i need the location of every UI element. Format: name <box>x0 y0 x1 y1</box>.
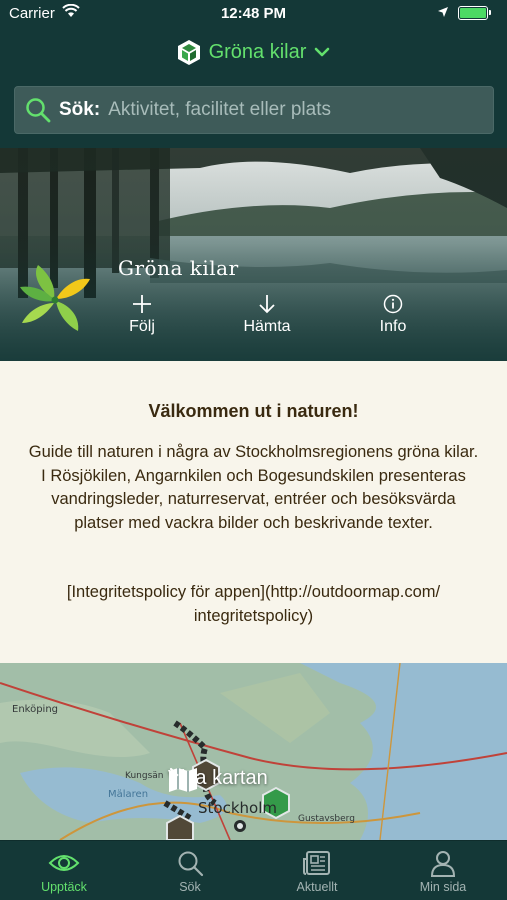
welcome-heading: Välkommen ut i naturen! <box>148 401 359 421</box>
tab-discover-label: Upptäck <box>41 880 87 894</box>
search-label: Sök: <box>59 99 101 120</box>
status-bar: Carrier 12:48 PM <box>0 0 507 28</box>
map-image: Enköping Kungsän Mälaren Stockholm Gusta… <box>0 663 507 840</box>
welcome-section: Välkommen ut i naturen! Guide till natur… <box>0 361 507 663</box>
info-button[interactable]: Info <box>353 294 433 336</box>
status-time: 12:48 PM <box>220 5 287 22</box>
hero-banner: Gröna kilar Följ Hämta Info <box>0 148 507 361</box>
privacy-policy-link[interactable]: [Integritetspolicy för appen](http://out… <box>28 581 479 628</box>
tab-my-page-label: Min sida <box>419 880 467 894</box>
download-arrow-icon <box>259 295 275 314</box>
chevron-down-icon <box>315 47 330 57</box>
location-arrow-icon <box>438 7 448 17</box>
battery-icon <box>458 6 491 20</box>
tab-search-label: Sök <box>179 880 201 894</box>
search-placeholder: Aktivitet, facilitet eller plats <box>108 99 331 120</box>
eye-icon <box>48 855 80 871</box>
search-icon <box>26 98 51 123</box>
welcome-body: Guide till naturen i några av Stockholms… <box>28 443 479 532</box>
person-icon <box>430 851 456 877</box>
tab-search[interactable]: Sök <box>140 849 240 894</box>
tab-news-label: Aktuellt <box>296 880 338 894</box>
tab-news[interactable]: Aktuellt <box>267 849 367 894</box>
area-name: Gröna kilar <box>208 40 307 63</box>
newspaper-icon <box>303 851 330 875</box>
info-label: Info <box>379 318 407 335</box>
map-preview[interactable]: Enköping Kungsän Mälaren Stockholm Gusta… <box>0 663 507 840</box>
area-selector[interactable]: Gröna kilar <box>0 36 507 68</box>
follow-label: Följ <box>129 318 155 335</box>
tab-bar: Upptäck Sök Aktuellt Min sida <box>0 840 507 900</box>
tab-my-page[interactable]: Min sida <box>393 849 493 894</box>
download-label: Hämta <box>243 318 291 335</box>
leaf-logo-icon <box>20 265 90 331</box>
plus-icon <box>133 295 151 313</box>
chevron-right-icon <box>169 767 179 783</box>
hexagon-logo-icon <box>177 39 200 65</box>
tab-discover[interactable]: Upptäck <box>14 849 114 894</box>
download-button[interactable]: Hämta <box>227 294 307 336</box>
search-icon <box>178 851 204 877</box>
info-icon <box>383 294 403 314</box>
follow-button[interactable]: Följ <box>102 294 182 336</box>
search-input[interactable]: Sök: Aktivitet, facilitet eller plats <box>14 86 494 134</box>
show-map-button[interactable]: Visa kartan <box>168 767 268 792</box>
hero-title: Gröna kilar <box>118 256 239 280</box>
